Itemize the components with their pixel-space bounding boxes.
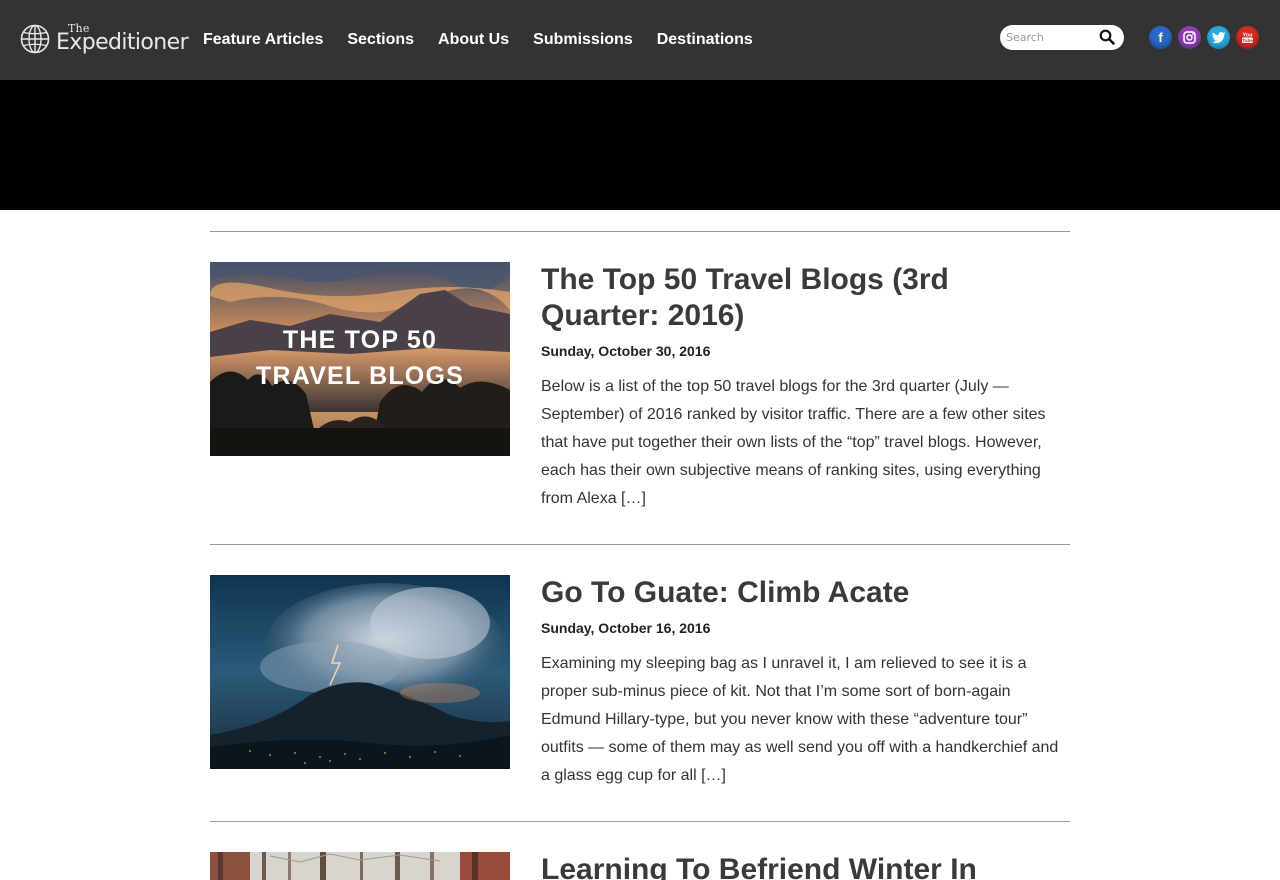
article-divider — [210, 231, 1070, 232]
winter-forest-image — [210, 852, 510, 880]
nav-destinations[interactable]: Destinations — [657, 29, 753, 51]
search-input[interactable] — [1006, 28, 1094, 47]
site-logo[interactable]: The Expeditioner — [20, 20, 189, 58]
article-thumbnail[interactable] — [210, 575, 510, 769]
thumbnail-caption-line-1: THE TOP 50 — [283, 326, 437, 354]
article-thumbnail[interactable]: THE TOP 50 TRAVEL BLOGS — [210, 262, 510, 456]
article-title[interactable]: Learning To Befriend Winter In — [541, 852, 1061, 880]
article-title[interactable]: The Top 50 Travel Blogs (3rd Quarter: 20… — [541, 262, 1061, 334]
thumbnail-caption-line-2: TRAVEL BLOGS — [256, 362, 464, 390]
globe-icon — [20, 24, 50, 54]
article-title[interactable]: Go To Guate: Climb Acate — [541, 575, 1061, 611]
article-thumbnail[interactable] — [210, 852, 510, 880]
article-divider — [210, 544, 1070, 545]
article-divider — [210, 821, 1070, 822]
nav-feature-articles[interactable]: Feature Articles — [203, 29, 323, 51]
storm-volcano-image — [210, 575, 510, 769]
nav-about-us[interactable]: About Us — [438, 29, 509, 51]
logo-name: Expeditioner — [56, 30, 189, 55]
instagram-icon[interactable] — [1178, 26, 1201, 49]
logo-wordmark: The Expeditioner — [56, 20, 189, 58]
sunset-lake-image: THE TOP 50 TRAVEL BLOGS — [210, 262, 510, 456]
hero-banner — [0, 80, 1280, 210]
svg-text:Tube: Tube — [1242, 38, 1253, 44]
article-excerpt: Below is a list of the top 50 travel blo… — [541, 378, 1046, 507]
twitter-icon[interactable] — [1207, 26, 1230, 49]
twitter-glyph — [1211, 31, 1225, 43]
facebook-icon[interactable]: f — [1149, 26, 1172, 49]
article-excerpt: Examining my sleeping bag as I unravel i… — [541, 655, 1059, 784]
main-nav: Feature Articles Sections About Us Submi… — [203, 29, 777, 51]
search-box — [1000, 25, 1124, 50]
search-icon[interactable] — [1098, 28, 1116, 46]
youtube-glyph: You Tube — [1242, 33, 1253, 45]
article-date: Sunday, October 16, 2016 — [541, 620, 711, 636]
instagram-glyph — [1183, 31, 1196, 44]
article-date: Sunday, October 30, 2016 — [541, 343, 711, 359]
nav-sections[interactable]: Sections — [347, 29, 414, 51]
youtube-icon[interactable]: You Tube — [1236, 26, 1259, 49]
nav-submissions[interactable]: Submissions — [533, 29, 633, 51]
site-header: The Expeditioner Feature Articles Sectio… — [0, 0, 1280, 80]
facebook-glyph: f — [1158, 30, 1163, 45]
